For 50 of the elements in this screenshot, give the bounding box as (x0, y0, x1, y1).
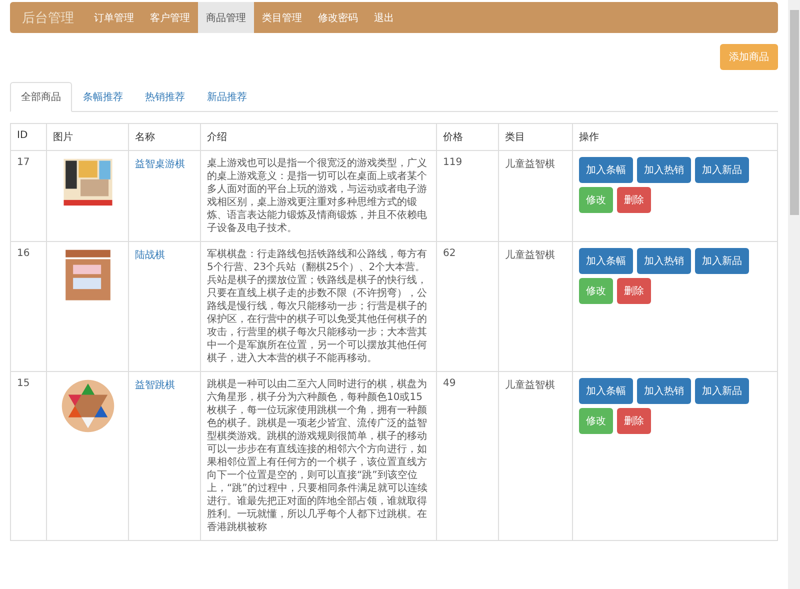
scrollbar-thumb[interactable] (790, 10, 798, 215)
action-button[interactable]: 加入条幅 (579, 378, 633, 404)
column-header: 名称 (128, 124, 200, 150)
description-text: 桌上游戏也可以是指一个很宽泛的游戏类型，广义的桌上游戏意义：是指一切可以在桌面上或者某个多人面对面的平台上玩的游戏，与运动或者电子游戏相区别，桌上游戏更注重对多种思维方式的锻炼、语言表达能力锻炼及情商锻炼，并且不依赖电子设备及电子技术。 (207, 157, 428, 235)
action-button[interactable]: 加入热销 (637, 378, 691, 404)
action-button[interactable]: 加入新品 (695, 248, 749, 274)
tab[interactable]: 条幅推荐 (72, 82, 134, 112)
category-text: 儿童益智棋 (505, 250, 555, 261)
tab[interactable]: 新品推荐 (196, 82, 258, 112)
nav-link[interactable]: 修改密码 (310, 2, 366, 33)
category-text: 儿童益智棋 (505, 159, 555, 170)
column-header: 类目 (498, 124, 572, 150)
product-name-link[interactable]: 益智跳棋 (135, 380, 175, 391)
category-text: 儿童益智棋 (505, 380, 555, 391)
product-name-link[interactable]: 益智桌游棋 (135, 159, 185, 170)
price-text: 62 (443, 248, 456, 259)
id-text: 17 (17, 157, 30, 168)
action-button[interactable]: 修改 (579, 187, 613, 213)
action-button[interactable]: 删除 (617, 278, 651, 304)
column-header: 操作 (572, 124, 778, 150)
column-header: 介绍 (200, 124, 436, 150)
action-button[interactable]: 修改 (579, 408, 613, 434)
action-button[interactable]: 修改 (579, 278, 613, 304)
action-button[interactable]: 加入条幅 (579, 248, 633, 274)
id-text: 15 (17, 378, 30, 389)
tab[interactable]: 全部商品 (10, 82, 72, 112)
action-button[interactable]: 加入条幅 (579, 157, 633, 183)
action-button[interactable]: 删除 (617, 408, 651, 434)
nav-link[interactable]: 客户管理 (142, 2, 198, 33)
description-text: 跳棋是一种可以由二至六人同时进行的棋，棋盘为六角星形，棋子分为六种颜色，每种颜色10或15枚棋子，每一位玩家使用跳棋一个角，拥有一种颜色的棋子。跳棋是一项老少皆宜、流传广泛的益智型棋类游戏。跳棋的游戏规则很简单，棋子的移动可以一步步在有直线连接的相邻六个方向进行，如果相邻位置上有任何方的一个棋子，该位置直线方向下一个位置是空的，则可以直接“跳”到该空位上，“跳”的过程中，只要相同条件满足就可以连续进行。谁最先把正对面的阵地全部占领，谁就取得胜利。一玩就懂，所以几乎每个人都下过跳棋。在香港跳棋被称 (207, 378, 428, 534)
column-header: ID (10, 124, 46, 150)
star-board-picture (60, 378, 116, 434)
product-name-link[interactable]: 陆战棋 (135, 250, 165, 261)
description-text: 军棋棋盘：行走路线包括铁路线和公路线，每方有5个行营、23个兵站（翻棋25个）、2个大本营。兵站是棋子的摆放位置；铁路线是棋子的快行线，只要在直线上棋子走的步数不限（不许拐弯），公路线是慢行线，每次只能移动一步；行营是棋子的保护区，在行营中的棋子可以免受其他任何棋子的攻击，行营里的棋子每次只能移动一步；大本营其中一个是军旗所在位置，另一个可以摆放其他任何棋子，进入大本营的棋子不能再移动。 (207, 248, 428, 365)
column-header: 图片 (46, 124, 128, 150)
column-header: 价格 (436, 124, 498, 150)
action-button[interactable]: 加入热销 (637, 248, 691, 274)
nav-link[interactable]: 退出 (366, 2, 402, 33)
id-text: 16 (17, 248, 30, 259)
action-button[interactable]: 加入新品 (695, 157, 749, 183)
nav-link[interactable]: 订单管理 (86, 2, 142, 33)
tab[interactable]: 热销推荐 (134, 82, 196, 112)
action-button[interactable]: 加入热销 (637, 157, 691, 183)
nav-link[interactable]: 商品管理 (198, 2, 254, 33)
nav-link[interactable]: 类目管理 (254, 2, 310, 33)
price-text: 49 (443, 378, 456, 389)
price-text: 119 (443, 157, 462, 168)
action-button[interactable]: 删除 (617, 187, 651, 213)
scrollbar[interactable] (788, 0, 800, 589)
action-button[interactable]: 加入新品 (695, 378, 749, 404)
